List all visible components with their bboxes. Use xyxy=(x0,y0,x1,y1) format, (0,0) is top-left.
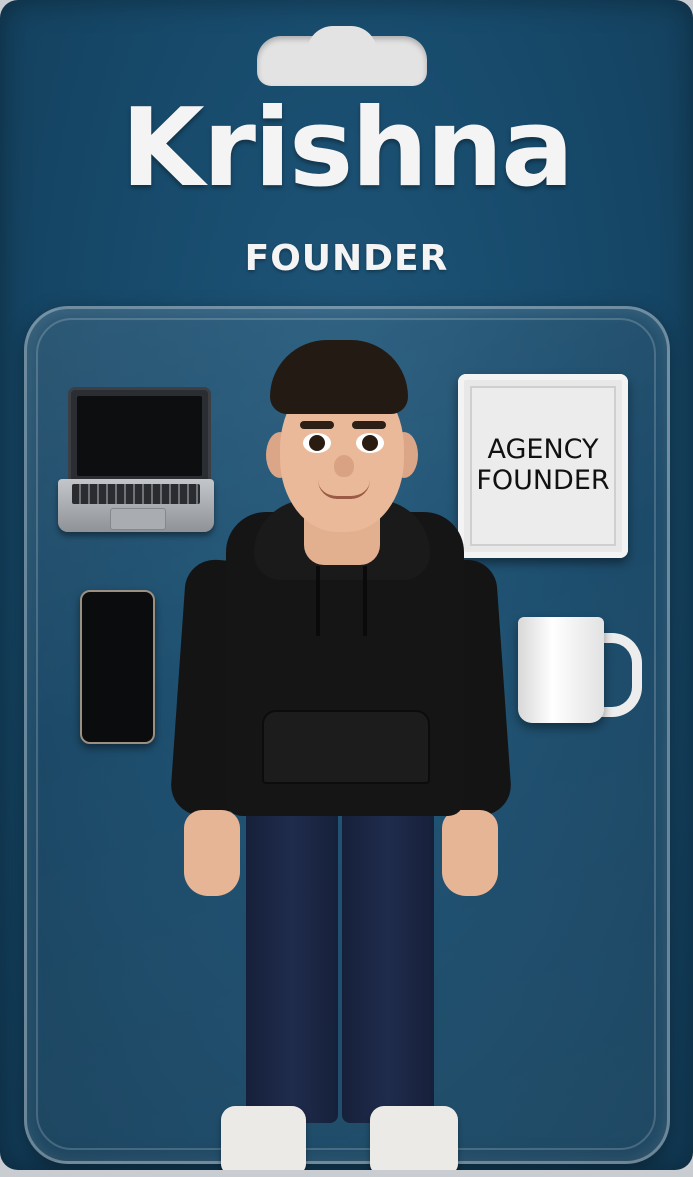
right-hand xyxy=(442,810,498,896)
laptop-trackpad xyxy=(110,508,166,530)
left-leg xyxy=(246,808,338,1123)
right-pupil xyxy=(362,435,378,451)
sign-line-1: AGENCY xyxy=(487,434,599,465)
mug-body xyxy=(518,617,604,723)
hoodie-drawstring-left xyxy=(316,566,320,636)
hoodie-drawstring-right xyxy=(363,566,367,636)
sign-line-2: FOUNDER xyxy=(476,465,610,497)
right-shoe xyxy=(370,1106,458,1170)
hang-tab xyxy=(257,26,427,86)
figure-role: FOUNDER xyxy=(244,238,449,279)
hoodie-pocket xyxy=(262,710,430,784)
smartphone-accessory xyxy=(80,590,155,744)
left-shoe xyxy=(221,1106,306,1170)
sign-text: AGENCY FOUNDER xyxy=(458,434,628,496)
left-eyebrow xyxy=(300,421,334,429)
laptop-screen xyxy=(68,387,211,485)
right-leg xyxy=(342,808,434,1123)
toy-packaging-card: Krishna FOUNDER AGENCY FOUNDER xyxy=(0,0,693,1170)
right-eyebrow xyxy=(352,421,386,429)
laptop-keyboard xyxy=(72,484,200,504)
figure-name: Krishna xyxy=(121,86,574,211)
left-hand xyxy=(184,810,240,896)
nose xyxy=(334,455,354,477)
left-pupil xyxy=(309,435,325,451)
